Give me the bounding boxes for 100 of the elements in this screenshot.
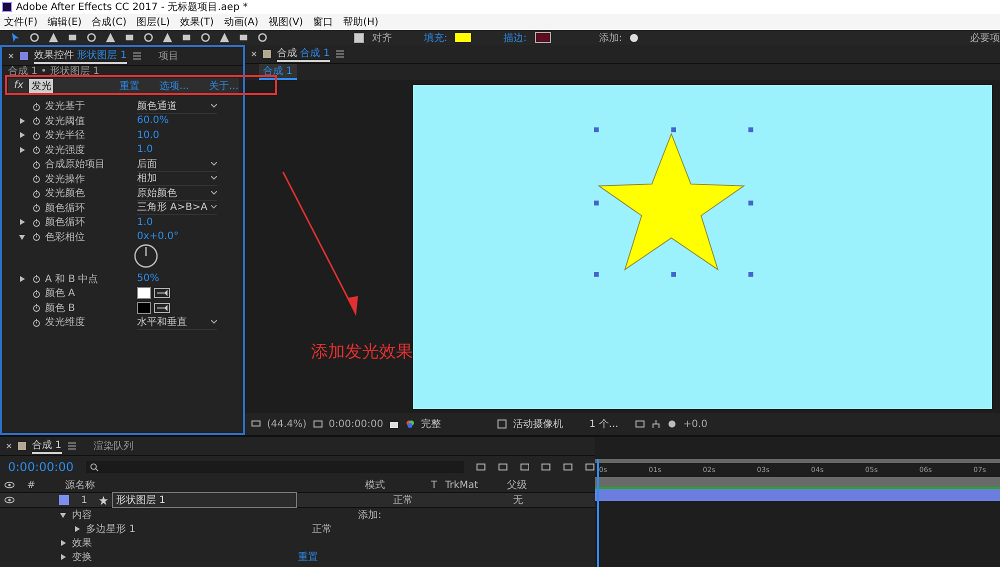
- stroke-label[interactable]: 描边:: [503, 30, 527, 44]
- expand-arrow-icon[interactable]: [60, 512, 66, 518]
- timeline-tool-icon[interactable]: [563, 462, 574, 472]
- property-dropdown[interactable]: 水平和垂直: [137, 314, 217, 330]
- expand-arrow-icon[interactable]: [19, 146, 25, 153]
- expand-arrow-icon[interactable]: [19, 234, 25, 240]
- stopwatch-icon[interactable]: [32, 203, 41, 212]
- menu-item[interactable]: 效果(T): [180, 15, 214, 29]
- menu-item[interactable]: 图层(L): [136, 15, 170, 29]
- monitor-icon[interactable]: [251, 419, 261, 429]
- effect-link[interactable]: 重置: [119, 78, 140, 92]
- label-color-swatch[interactable]: [59, 495, 69, 505]
- property-group[interactable]: 多边星形 1: [86, 522, 226, 536]
- timeline-tool-icon[interactable]: [541, 462, 552, 472]
- stopwatch-icon[interactable]: [32, 130, 41, 140]
- menu-item[interactable]: 窗口: [313, 15, 334, 29]
- mode-dropdown[interactable]: 正常: [393, 493, 439, 507]
- menu-item[interactable]: 帮助(H): [343, 15, 378, 29]
- timeline-tool-icon[interactable]: [498, 462, 508, 472]
- stopwatch-icon[interactable]: [32, 303, 41, 312]
- close-icon[interactable]: [251, 51, 257, 57]
- stopwatch-icon[interactable]: [32, 318, 41, 327]
- color-swatch[interactable]: [137, 302, 151, 314]
- property-value[interactable]: 1.0: [137, 144, 153, 156]
- close-icon[interactable]: [8, 53, 14, 59]
- panel-tab[interactable]: 渲染队列: [94, 439, 134, 453]
- timecode[interactable]: 0:00:00:00: [8, 460, 74, 474]
- layout-icon[interactable]: [635, 419, 646, 429]
- exposure-value[interactable]: +0.0: [683, 418, 708, 430]
- effect-link[interactable]: 关于...: [209, 78, 239, 92]
- stopwatch-icon[interactable]: [32, 116, 41, 126]
- property-value[interactable]: 10.0: [137, 130, 160, 141]
- stopwatch-icon[interactable]: [32, 288, 41, 298]
- parent-dropdown[interactable]: 无: [513, 493, 523, 507]
- views-dropdown[interactable]: 1 个...: [589, 417, 630, 431]
- stopwatch-icon[interactable]: [32, 145, 41, 154]
- color-swatch[interactable]: [137, 287, 151, 300]
- composition-chip[interactable]: 合成 1: [259, 64, 297, 80]
- expand-arrow-icon[interactable]: [19, 219, 25, 226]
- panel-tab[interactable]: 效果控件 形状图层 1: [34, 48, 127, 64]
- zoom-dropdown[interactable]: (44.4%): [267, 418, 307, 430]
- property-group[interactable]: 变换: [72, 550, 212, 564]
- property-value[interactable]: 1.0: [137, 216, 153, 228]
- reset-link[interactable]: 重置: [298, 550, 318, 564]
- property-dropdown[interactable]: 颜色通道: [137, 98, 217, 114]
- current-time[interactable]: 0:00:00:00: [328, 418, 384, 430]
- panel-tab[interactable]: 合成 合成 1: [277, 46, 330, 62]
- menu-icon[interactable]: [336, 50, 344, 58]
- menu-item[interactable]: 编辑(E): [48, 15, 82, 29]
- flowchart-icon[interactable]: [651, 419, 662, 429]
- stopwatch-icon[interactable]: [32, 274, 41, 284]
- menu-icon[interactable]: [68, 442, 76, 450]
- stopwatch-icon[interactable]: [32, 102, 41, 111]
- workspace-label[interactable]: 必要项: [970, 30, 1000, 44]
- menu-icon[interactable]: [132, 52, 141, 60]
- property-dropdown[interactable]: 原始颜色: [137, 186, 217, 201]
- search-field[interactable]: [86, 461, 464, 473]
- panel-tab[interactable]: 合成 1: [32, 438, 62, 454]
- fx-label[interactable]: fx: [14, 80, 24, 91]
- property-group[interactable]: 效果: [72, 536, 212, 550]
- expand-arrow-icon[interactable]: [60, 554, 66, 560]
- effect-link[interactable]: 选项...: [159, 78, 189, 92]
- fill-label[interactable]: 填充:: [424, 30, 448, 44]
- selection-arrow-icon[interactable]: [10, 32, 21, 43]
- eye-icon[interactable]: [4, 496, 15, 504]
- menu-item[interactable]: 动画(A): [224, 15, 258, 29]
- stopwatch-icon[interactable]: [32, 174, 41, 184]
- add-menu-icon[interactable]: [630, 34, 638, 42]
- color-wheel-icon[interactable]: [405, 419, 416, 429]
- dial-icon[interactable]: [134, 244, 158, 268]
- fill-color-swatch[interactable]: [455, 33, 472, 42]
- close-icon[interactable]: [6, 443, 12, 449]
- menu-item[interactable]: 视图(V): [268, 15, 304, 29]
- camera-dropdown[interactable]: 活动摄像机: [513, 417, 584, 431]
- resolution-dropdown[interactable]: 完整: [421, 417, 492, 431]
- stopwatch-icon[interactable]: [32, 160, 41, 169]
- exposure-icon[interactable]: [667, 419, 678, 429]
- panel-tab[interactable]: 项目: [158, 49, 179, 63]
- stroke-color-swatch[interactable]: [534, 32, 551, 43]
- region-icon[interactable]: [497, 419, 508, 429]
- stopwatch-icon[interactable]: [32, 188, 41, 198]
- eye-icon[interactable]: [4, 481, 15, 489]
- add-label[interactable]: 添加:: [358, 508, 382, 522]
- menu-item[interactable]: 文件(F): [4, 15, 38, 29]
- property-dropdown[interactable]: 三角形 A>B>A: [137, 200, 217, 216]
- property-group[interactable]: 内容: [72, 508, 212, 522]
- property-value[interactable]: 50%: [137, 273, 160, 284]
- layer-name-field[interactable]: 形状图层 1: [112, 492, 297, 508]
- expand-arrow-icon[interactable]: [60, 540, 66, 546]
- stopwatch-icon[interactable]: [32, 232, 41, 242]
- eyedropper-icon[interactable]: [154, 302, 170, 313]
- property-value[interactable]: 60.0%: [137, 115, 169, 126]
- timeline-tool-icon[interactable]: [476, 462, 486, 472]
- expand-arrow-icon[interactable]: [19, 276, 25, 282]
- expand-arrow-icon[interactable]: [19, 132, 25, 138]
- property-value[interactable]: 0x+0.0°: [137, 231, 179, 242]
- timeline-tool-icon[interactable]: [585, 462, 595, 472]
- align-checkbox[interactable]: [354, 32, 364, 42]
- menu-item[interactable]: 合成(C): [92, 15, 126, 29]
- property-dropdown[interactable]: 相加: [137, 171, 217, 186]
